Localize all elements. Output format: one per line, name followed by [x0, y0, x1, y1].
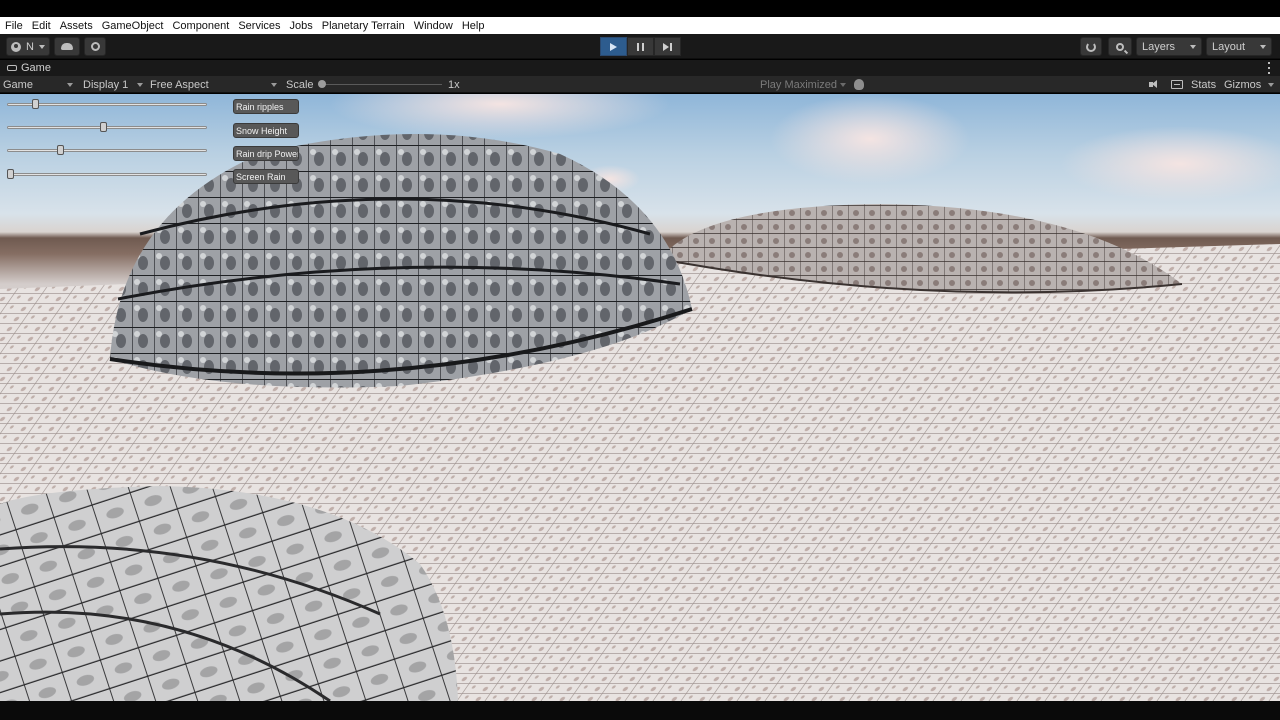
slider-handle[interactable]: [32, 99, 39, 109]
chevron-down-icon: [271, 82, 277, 87]
step-button[interactable]: [654, 37, 681, 56]
play-maximized-dropdown[interactable]: Play Maximized: [760, 76, 846, 93]
bottom-status-bar: [0, 701, 1280, 720]
aspect-label: Free Aspect: [150, 78, 209, 91]
gizmos-label: Gizmos: [1224, 78, 1262, 91]
history-icon: [1086, 41, 1096, 52]
menu-edit[interactable]: Edit: [32, 20, 51, 32]
slider-track: [7, 126, 207, 129]
gizmos-dropdown[interactable]: Gizmos: [1224, 76, 1274, 93]
game-view-toolbar: Game Display 1 Free Aspect Scale 1x Play…: [0, 76, 1280, 93]
account-initial: N: [26, 40, 34, 53]
menu-help[interactable]: Help: [462, 20, 485, 32]
game-hud: Rain ripples Snow Height Rain drip Power…: [0, 94, 320, 194]
search-icon: [1116, 42, 1124, 51]
scale-label: Scale: [286, 78, 314, 91]
view-type-label: Game: [3, 78, 33, 91]
cloud-shape: [330, 94, 670, 139]
snow-height-slider[interactable]: [7, 122, 207, 132]
tab-game[interactable]: Game: [0, 60, 60, 76]
settings-button[interactable]: [84, 37, 106, 56]
layers-label: Layers: [1142, 40, 1176, 53]
chevron-down-icon: [1268, 82, 1274, 87]
menu-window[interactable]: Window: [414, 20, 453, 32]
scale-slider-track[interactable]: [318, 84, 442, 85]
cloud-shape: [1060, 126, 1280, 202]
rain-drip-power-slider[interactable]: [7, 145, 207, 155]
more-options-icon[interactable]: [1268, 62, 1271, 74]
play-maximized-label: Play Maximized: [760, 78, 838, 91]
slider-handle[interactable]: [57, 145, 64, 155]
rain-ripples-button[interactable]: Rain ripples: [233, 99, 299, 114]
play-button[interactable]: [600, 37, 627, 56]
tab-game-label: Game: [21, 62, 51, 74]
layers-dropdown[interactable]: Layers: [1136, 37, 1202, 56]
stats-button[interactable]: Stats: [1191, 76, 1216, 93]
chevron-down-icon: [137, 82, 143, 87]
gear-icon: [90, 42, 100, 51]
scale-value: 1x: [448, 78, 460, 91]
menu-component[interactable]: Component: [172, 20, 229, 32]
chevron-down-icon: [1260, 44, 1266, 49]
undo-history-button[interactable]: [1080, 37, 1102, 56]
step-icon: [663, 42, 672, 51]
scale-slider-handle[interactable]: [318, 80, 326, 88]
chevron-down-icon: [840, 82, 846, 87]
chevron-down-icon: [38, 44, 45, 49]
screen-rain-slider[interactable]: [7, 169, 207, 179]
gamepad-icon: [7, 65, 17, 71]
slider-track: [7, 173, 207, 176]
menu-gameobject[interactable]: GameObject: [102, 20, 164, 32]
slider-track: [7, 149, 207, 152]
main-toolbar: N Layers Layout: [0, 34, 1280, 59]
menu-services[interactable]: Services: [238, 20, 280, 32]
cloud-icon: [61, 43, 73, 50]
menu-file[interactable]: File: [5, 20, 23, 32]
search-button[interactable]: [1108, 37, 1132, 56]
account-dropdown[interactable]: N: [6, 37, 50, 56]
play-icon: [610, 42, 617, 51]
chevron-down-icon: [67, 82, 73, 87]
menu-bar: File Edit Assets GameObject Component Se…: [0, 17, 1280, 34]
aspect-dropdown[interactable]: Free Aspect: [150, 76, 277, 93]
display-label: Display 1: [83, 78, 129, 91]
menu-assets[interactable]: Assets: [60, 20, 93, 32]
chevron-down-icon: [1190, 44, 1196, 49]
pause-icon: [637, 42, 644, 51]
play-controls: [600, 37, 681, 56]
rain-ripples-slider[interactable]: [7, 99, 207, 109]
menu-planetary-terrain[interactable]: Planetary Terrain: [322, 20, 405, 32]
menu-jobs[interactable]: Jobs: [290, 20, 313, 32]
game-tab-bar: Game: [0, 60, 1280, 76]
top-black-strip: [0, 0, 1280, 17]
view-type-dropdown[interactable]: Game: [3, 76, 73, 93]
screen-rain-button[interactable]: Screen Rain: [233, 169, 299, 184]
mute-audio-icon[interactable]: [1149, 80, 1159, 89]
bug-icon[interactable]: [854, 79, 864, 90]
account-icon: [11, 41, 21, 52]
pause-button[interactable]: [627, 37, 654, 56]
rain-drip-power-button[interactable]: Rain drip Power: [233, 146, 299, 161]
cloud-shape: [770, 94, 970, 184]
snow-height-button[interactable]: Snow Height: [233, 123, 299, 138]
slider-handle[interactable]: [7, 169, 14, 179]
display-dropdown[interactable]: Display 1: [83, 76, 143, 93]
layout-dropdown[interactable]: Layout: [1206, 37, 1272, 56]
stats-icon: [1171, 80, 1183, 89]
slider-handle[interactable]: [100, 122, 107, 132]
layout-label: Layout: [1212, 40, 1246, 53]
cloud-button[interactable]: [54, 37, 80, 56]
